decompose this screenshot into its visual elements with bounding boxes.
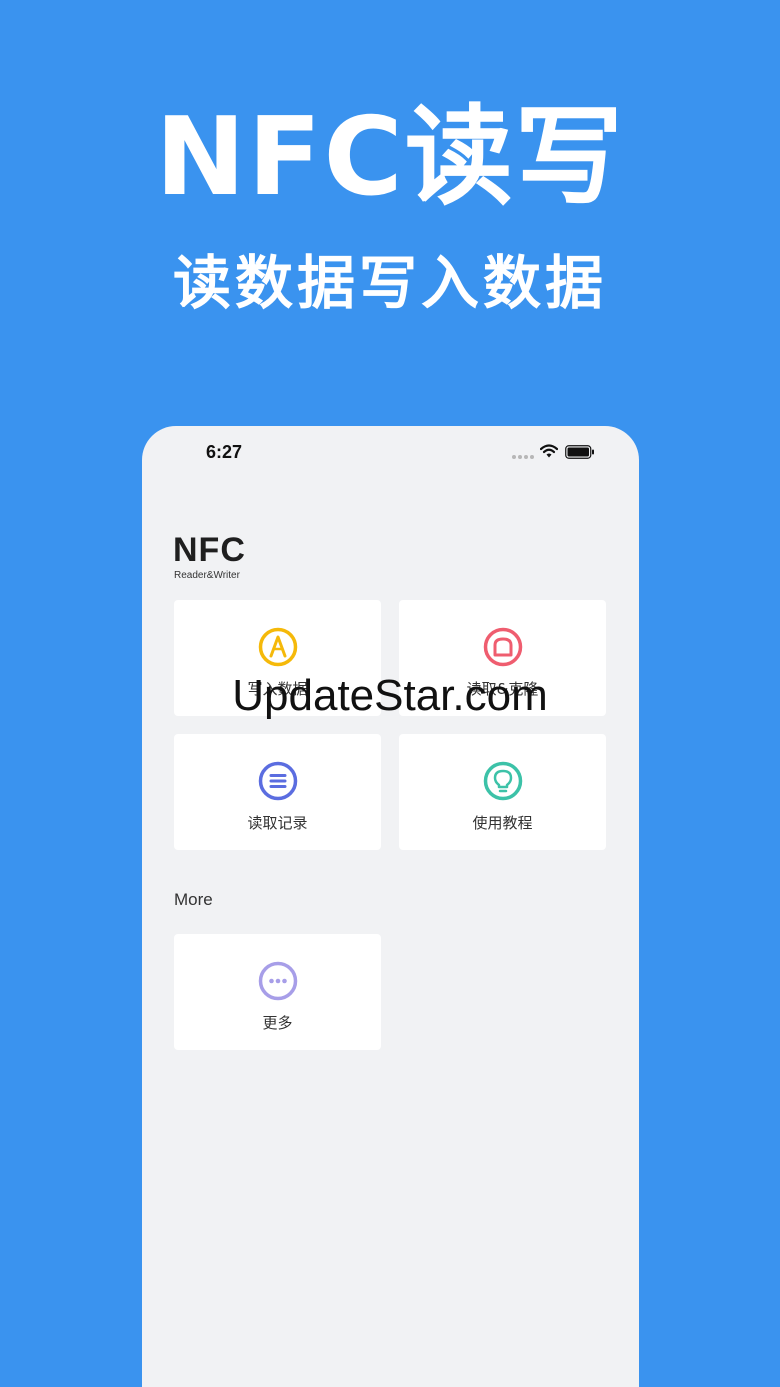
status-time: 6:27 <box>206 442 243 462</box>
logo-main-text: NFC <box>173 531 246 569</box>
phone-screen: 6:27 NFC Reader&Writer 写入数据 读取&克隆 读取记录 使… <box>142 426 639 1387</box>
write-pen-icon <box>258 627 298 667</box>
read-clone-icon <box>483 627 523 667</box>
promo-subtitle: 读数据写入数据 <box>172 249 607 317</box>
lightbulb-icon <box>483 761 523 801</box>
wifi-icon <box>540 444 558 458</box>
logo-sub-text: Reader&Writer <box>174 570 240 581</box>
card-label-write-data: 写入数据 <box>247 680 308 698</box>
card-tutorial[interactable]: 使用教程 <box>399 734 606 850</box>
card-label-read-clone: 读取&克隆 <box>466 680 539 698</box>
card-read-clone[interactable]: 读取&克隆 <box>399 600 606 716</box>
more-dots-icon <box>258 961 298 1001</box>
status-bar: 6:27 <box>142 426 639 480</box>
section-title-more: More <box>174 890 213 909</box>
card-label-more: 更多 <box>262 1014 293 1032</box>
app-logo: NFC Reader&Writer <box>173 532 293 582</box>
card-read-records[interactable]: 读取记录 <box>174 734 381 850</box>
card-label-tutorial: 使用教程 <box>472 814 533 832</box>
card-more[interactable]: 更多 <box>174 934 381 1050</box>
promo-title: NFC读写 <box>155 95 625 220</box>
card-write-data[interactable]: 写入数据 <box>174 600 381 716</box>
list-icon <box>258 761 298 801</box>
signal-dots-icon <box>512 455 534 459</box>
battery-icon <box>565 445 594 459</box>
card-label-read-records: 读取记录 <box>247 814 308 832</box>
